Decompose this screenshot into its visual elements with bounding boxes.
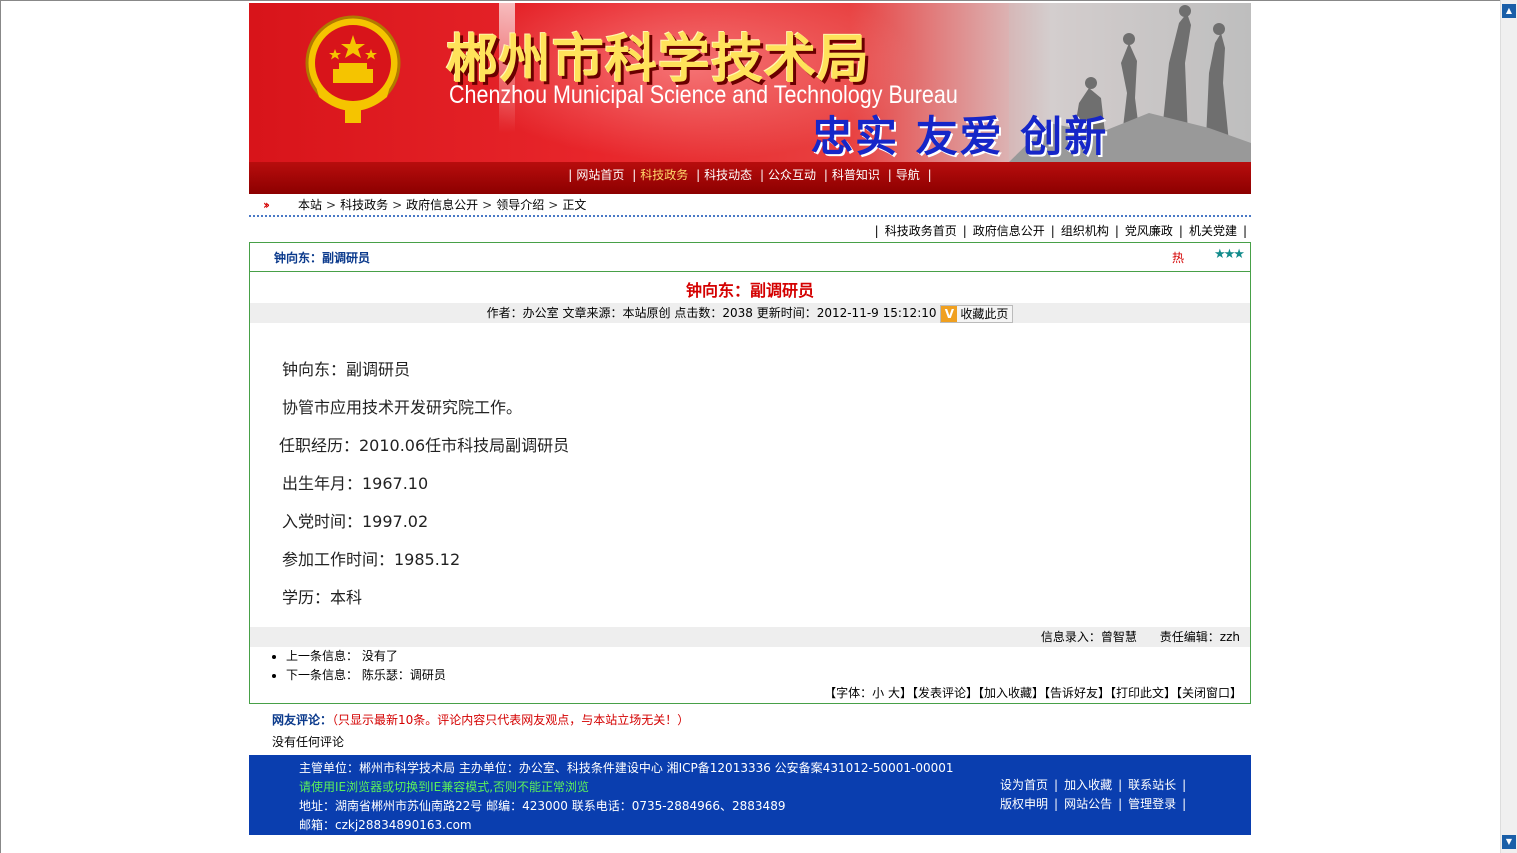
meta-source: 文章来源：本站原创 (562, 306, 671, 320)
bookmark-label: 收藏此页 (960, 306, 1009, 321)
breadcrumb-leaders[interactable]: 领导介绍 (496, 198, 544, 212)
window-left-border (0, 0, 1, 853)
subnav-item-org[interactable]: 组织机构 (1061, 224, 1109, 238)
prev-next-list: 上一条信息： 没有了 下一条信息： 陈乐瑟：调研员 (272, 647, 446, 685)
bookmark-button[interactable]: V 收藏此页 (940, 304, 1014, 323)
body-line: 出生年月：1967.10 (282, 474, 429, 493)
body-line: 参加工作时间：1985.12 (282, 550, 461, 569)
comments-header: 网友评论：（只显示最新10条。评论内容只代表网友观点，与本站立场无关！） (272, 711, 689, 728)
breadcrumb-site[interactable]: 本站 (298, 198, 322, 212)
nav-item-sci-gov[interactable]: 科技政务 (640, 168, 688, 182)
body-line: 入党时间：1997.02 (282, 512, 429, 531)
nav-item-home[interactable]: 网站首页 (576, 168, 624, 182)
nav-separator: | (632, 168, 637, 182)
subnav-item-integrity[interactable]: 党风廉政 (1125, 224, 1173, 238)
footer-add-fav[interactable]: 加入收藏 (1064, 778, 1112, 792)
nav-separator: | (568, 168, 573, 182)
body-line: 任职经历：2010.06任市科技局副调研员 (279, 436, 570, 455)
nav-separator: | (823, 168, 828, 182)
dotted-divider (249, 215, 1251, 217)
footer-copyright[interactable]: 版权申明 (1000, 797, 1048, 811)
national-emblem-icon (305, 15, 401, 123)
footer-notice[interactable]: 网站公告 (1064, 797, 1112, 811)
list-item: 上一条信息： 没有了 (272, 647, 446, 666)
nav-separator: | (759, 168, 765, 182)
comments-title: 网友评论： (272, 713, 333, 727)
article-panel: 钟向东：副调研员 热 ★★★ 钟向东：副调研员 作者：办公室 文章来源：本站原创… (249, 242, 1251, 704)
breadcrumb-sci-gov[interactable]: 科技政务 (340, 198, 388, 212)
nav-item-guide[interactable]: 导航 (896, 168, 920, 182)
subnav-item-party[interactable]: 机关党建 (1189, 224, 1237, 238)
article-head-title: 钟向东：副调研员 (274, 251, 371, 265)
nav-item-popsci[interactable]: 科普知识 (832, 168, 880, 182)
double-arrow-icon: ›› (263, 198, 270, 212)
responsible-editor: 责任编辑：zzh (1159, 630, 1240, 644)
article-title: 钟向东：副调研员 (685, 281, 814, 300)
footer-admin-login[interactable]: 管理登录 (1128, 797, 1176, 811)
footer-email: 邮箱：czkj28834890163.com (299, 818, 472, 832)
next-label: 下一条信息： (286, 668, 359, 682)
article-body: 钟向东：副调研员 协管市应用技术开发研究院工作。 任职经历：2010.06任市科… (279, 351, 570, 617)
meta-clicks: 点击数：2038 (674, 306, 753, 320)
article-meta: 作者：办公室 文章来源：本站原创 点击数：2038 更新时间：2012-11-9… (250, 303, 1250, 323)
site-footer: 主管单位：郴州市科学技术局 主办单位：办公室、科技条件建设中心 湘ICP备120… (249, 755, 1251, 835)
nav-separator: | (696, 168, 701, 182)
body-line: 协管市应用技术开发研究院工作。 (282, 398, 523, 417)
prev-link[interactable]: 没有了 (362, 649, 398, 663)
breadcrumb: ›› 本站 > 科技政务 > 政府信息公开 > 领导介绍 > 正文 (263, 198, 587, 212)
comments-empty: 没有任何评论 (272, 735, 345, 749)
footer-contact[interactable]: 联系站长 (1128, 778, 1176, 792)
scroll-down-icon[interactable]: ▼ (1502, 835, 1516, 849)
footer-address: 地址：湖南省郴州市苏仙南路22号 邮编：423000 联系电话：0735-288… (299, 799, 786, 813)
nav-item-public[interactable]: 公众互动 (768, 168, 816, 182)
body-line: 学历：本科 (282, 588, 363, 607)
prev-label: 上一条信息： (286, 649, 359, 663)
nav-separator: | (927, 168, 932, 182)
star-icon: ★★★ (1214, 247, 1245, 262)
window-top-border (0, 0, 1517, 1)
body-line: 钟向东：副调研员 (282, 360, 411, 379)
comments-note: （只显示最新10条。评论内容只代表网友观点，与本站立场无关！） (332, 713, 690, 727)
vertical-scrollbar[interactable]: ▲ ▼ (1500, 0, 1517, 853)
article-tools[interactable]: 【字体：小 大】【发表评论】【加入收藏】【告诉好友】【打印此文】【关闭窗口】 (824, 684, 1242, 701)
article-header-bar: 钟向东：副调研员 热 ★★★ (250, 243, 1250, 272)
meta-updated: 更新时间：2012-11-9 15:12:10 (756, 306, 937, 320)
list-item: 下一条信息： 陈乐瑟：调研员 (272, 666, 446, 685)
editor-info: 信息录入：曾智慧 责任编辑：zzh (250, 627, 1250, 647)
main-nav: | 网站首页 | 科技政务 | 科技动态 | 公众互动 | 科普知识 | 导航 | (249, 162, 1251, 194)
next-link[interactable]: 陈乐瑟：调研员 (362, 668, 446, 682)
slogan-text: 忠实 友爱 创新 (811, 112, 1109, 161)
subnav-item-home[interactable]: 科技政务首页 (885, 224, 957, 238)
nav-item-sci-news[interactable]: 科技动态 (704, 168, 752, 182)
sub-nav: | 科技政务首页 | 政府信息公开 | 组织机构 | 党风廉政 | 机关党建 | (874, 224, 1247, 238)
subnav-item-gov-info[interactable]: 政府信息公开 (973, 224, 1045, 238)
breadcrumb-gov-info[interactable]: 政府信息公开 (406, 198, 478, 212)
nav-separator: | (887, 168, 892, 182)
bookmark-icon: V (941, 305, 958, 322)
footer-set-home[interactable]: 设为首页 (1000, 778, 1048, 792)
breadcrumb-current: 正文 (562, 198, 587, 212)
hot-badge: 热 (1172, 251, 1185, 265)
footer-browser-warning: 请使用IE浏览器或切换到IE兼容模式,否则不能正常浏览 (299, 780, 590, 794)
meta-author: 作者：办公室 (486, 306, 559, 320)
footer-sponsor: 主管单位：郴州市科学技术局 主办单位：办公室、科技条件建设中心 湘ICP备120… (299, 761, 954, 775)
entry-by: 信息录入：曾智慧 (1040, 630, 1137, 644)
scroll-up-icon[interactable]: ▲ (1502, 4, 1516, 18)
header-banner: 郴州市科学技术局 Chenzhou Municipal Science and … (249, 3, 1251, 162)
